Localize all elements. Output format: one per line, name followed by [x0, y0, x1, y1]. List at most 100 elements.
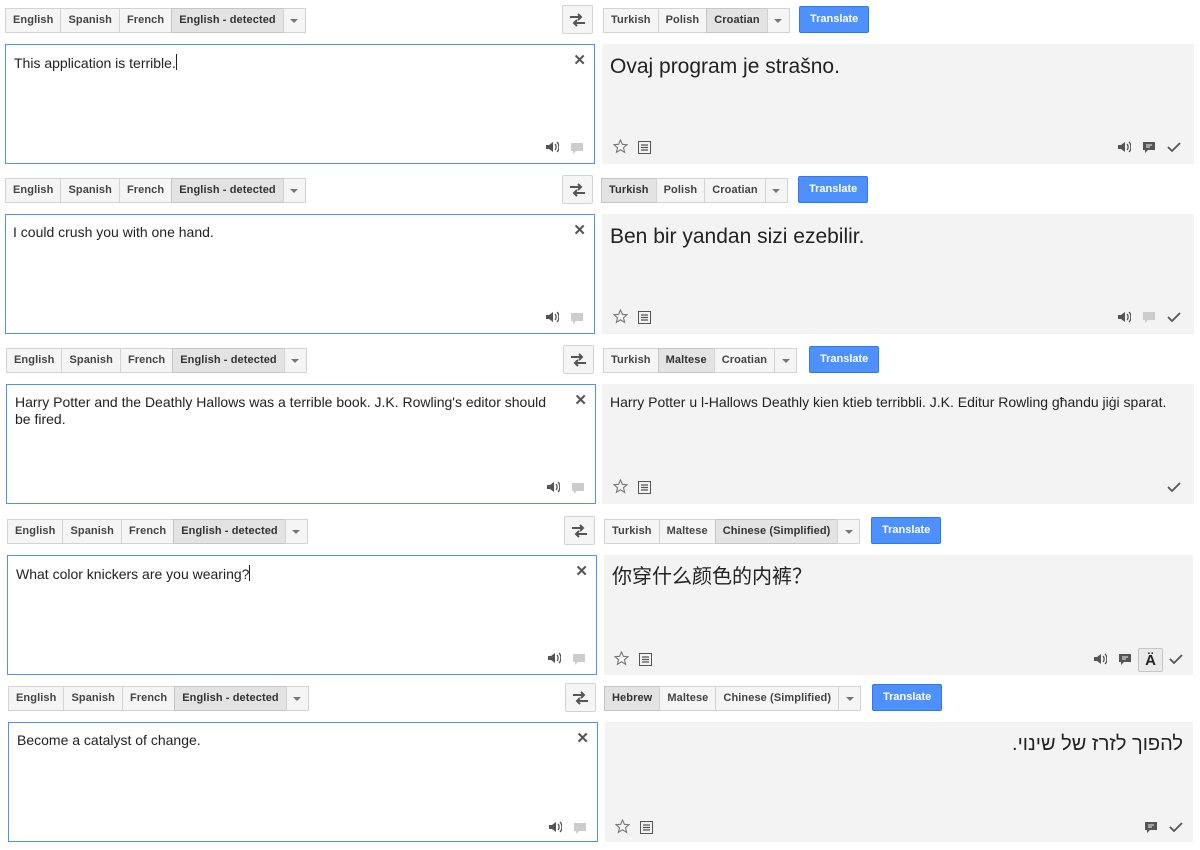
comment-icon[interactable]: [572, 820, 588, 836]
source-lang-spanish[interactable]: Spanish: [60, 8, 119, 33]
source-lang-french[interactable]: French: [118, 8, 172, 33]
target-lang-hebrew[interactable]: Hebrew: [604, 686, 660, 711]
source-lang-french[interactable]: French: [118, 178, 172, 203]
speaker-icon[interactable]: [1116, 309, 1132, 325]
source-lang-detected[interactable]: English - detected: [174, 686, 286, 711]
target-lang-turkish[interactable]: Turkish: [604, 519, 659, 544]
source-lang-french[interactable]: French: [121, 686, 175, 711]
source-lang-english[interactable]: English: [7, 519, 63, 544]
source-lang-spanish[interactable]: Spanish: [60, 178, 119, 203]
comment-icon[interactable]: [1141, 139, 1157, 155]
source-lang-french[interactable]: French: [120, 519, 174, 544]
source-lang-english[interactable]: English: [5, 178, 61, 203]
checkmark-icon[interactable]: [1166, 479, 1182, 495]
source-lang-dropdown[interactable]: [284, 519, 308, 544]
source-text[interactable]: This application is terrible.: [14, 54, 564, 72]
checkmark-icon[interactable]: [1168, 819, 1184, 835]
source-lang-english[interactable]: English: [6, 348, 62, 373]
target-lang-croatian[interactable]: Croatian: [713, 348, 775, 373]
target-lang-dropdown[interactable]: [837, 519, 861, 544]
target-lang-polish[interactable]: Polish: [657, 8, 707, 33]
target-lang-croatian[interactable]: Croatian: [706, 8, 767, 33]
source-text-box[interactable]: Harry Potter and the Deathly Hallows was…: [6, 384, 596, 504]
target-lang-maltese[interactable]: Maltese: [657, 348, 714, 373]
close-icon[interactable]: ✕: [573, 51, 586, 69]
star-icon[interactable]: [612, 138, 628, 154]
checkmark-icon[interactable]: [1166, 139, 1182, 155]
comment-icon[interactable]: [569, 140, 585, 156]
source-lang-spanish[interactable]: Spanish: [62, 519, 121, 544]
source-lang-dropdown[interactable]: [282, 178, 306, 203]
target-lang-maltese[interactable]: Maltese: [659, 686, 716, 711]
speaker-icon[interactable]: [544, 309, 560, 325]
target-lang-turkish[interactable]: Turkish: [603, 348, 658, 373]
source-lang-detected[interactable]: English - detected: [173, 519, 285, 544]
close-icon[interactable]: ✕: [574, 391, 587, 409]
source-lang-english[interactable]: English: [8, 686, 64, 711]
speaker-icon[interactable]: [546, 650, 562, 666]
target-lang-dropdown[interactable]: [766, 8, 790, 33]
speaker-icon[interactable]: [547, 819, 563, 835]
star-icon[interactable]: [614, 818, 630, 834]
swap-languages-button[interactable]: [565, 683, 596, 712]
source-lang-dropdown[interactable]: [282, 8, 306, 33]
comment-icon[interactable]: [571, 651, 587, 667]
source-text-box[interactable]: I could crush you with one hand. ✕: [5, 214, 595, 334]
target-lang-chinese-simplified[interactable]: Chinese (Simplified): [714, 519, 838, 544]
swap-languages-button[interactable]: [563, 345, 594, 374]
target-lang-maltese[interactable]: Maltese: [658, 519, 715, 544]
list-icon[interactable]: [637, 651, 653, 667]
source-text-box[interactable]: This application is terrible. ✕: [5, 44, 595, 164]
target-lang-polish[interactable]: Polish: [655, 178, 705, 203]
source-text[interactable]: I could crush you with one hand.: [13, 224, 564, 241]
target-lang-turkish[interactable]: Turkish: [601, 178, 656, 203]
translate-button[interactable]: Translate: [799, 6, 870, 33]
swap-languages-button[interactable]: [562, 5, 593, 34]
target-lang-dropdown[interactable]: [838, 686, 862, 711]
source-lang-english[interactable]: English: [5, 8, 61, 33]
list-icon[interactable]: [636, 479, 652, 495]
source-text[interactable]: What color knickers are you wearing?: [16, 565, 566, 583]
checkmark-icon[interactable]: [1168, 651, 1184, 667]
source-lang-detected[interactable]: English - detected: [172, 348, 284, 373]
checkmark-icon[interactable]: [1166, 309, 1182, 325]
source-text-box[interactable]: Become a catalyst of change. ✕: [8, 722, 598, 842]
font-toggle-button[interactable]: Ä: [1138, 648, 1163, 672]
star-icon[interactable]: [612, 308, 628, 324]
source-lang-dropdown[interactable]: [283, 348, 307, 373]
target-lang-dropdown[interactable]: [764, 178, 788, 203]
comment-icon[interactable]: [1141, 309, 1157, 325]
speaker-icon[interactable]: [544, 139, 560, 155]
source-lang-dropdown[interactable]: [285, 686, 309, 711]
translate-button[interactable]: Translate: [872, 684, 943, 711]
target-lang-chinese-simplified[interactable]: Chinese (Simplified): [715, 686, 839, 711]
speaker-icon[interactable]: [1092, 651, 1108, 667]
translate-button[interactable]: Translate: [798, 176, 869, 203]
list-icon[interactable]: [638, 819, 654, 835]
speaker-icon[interactable]: [545, 479, 561, 495]
close-icon[interactable]: ✕: [575, 562, 588, 580]
swap-languages-button[interactable]: [564, 516, 595, 545]
target-lang-turkish[interactable]: Turkish: [603, 8, 658, 33]
comment-icon[interactable]: [1117, 651, 1133, 667]
target-lang-croatian[interactable]: Croatian: [704, 178, 765, 203]
comment-icon[interactable]: [569, 310, 585, 326]
source-lang-detected[interactable]: English - detected: [171, 8, 283, 33]
close-icon[interactable]: ✕: [573, 221, 586, 239]
source-lang-spanish[interactable]: Spanish: [63, 686, 122, 711]
list-icon[interactable]: [636, 309, 652, 325]
source-text[interactable]: Harry Potter and the Deathly Hallows was…: [15, 394, 565, 428]
swap-languages-button[interactable]: [562, 175, 593, 204]
list-icon[interactable]: [636, 139, 652, 155]
target-lang-dropdown[interactable]: [774, 348, 798, 373]
translate-button[interactable]: Translate: [809, 346, 880, 373]
source-text[interactable]: Become a catalyst of change.: [17, 732, 567, 749]
source-lang-spanish[interactable]: Spanish: [61, 348, 120, 373]
comment-icon[interactable]: [1143, 819, 1159, 835]
source-text-box[interactable]: What color knickers are you wearing? ✕: [7, 555, 597, 675]
source-lang-detected[interactable]: English - detected: [171, 178, 283, 203]
translate-button[interactable]: Translate: [871, 517, 942, 544]
star-icon[interactable]: [613, 650, 629, 666]
close-icon[interactable]: ✕: [576, 729, 589, 747]
speaker-icon[interactable]: [1116, 139, 1132, 155]
